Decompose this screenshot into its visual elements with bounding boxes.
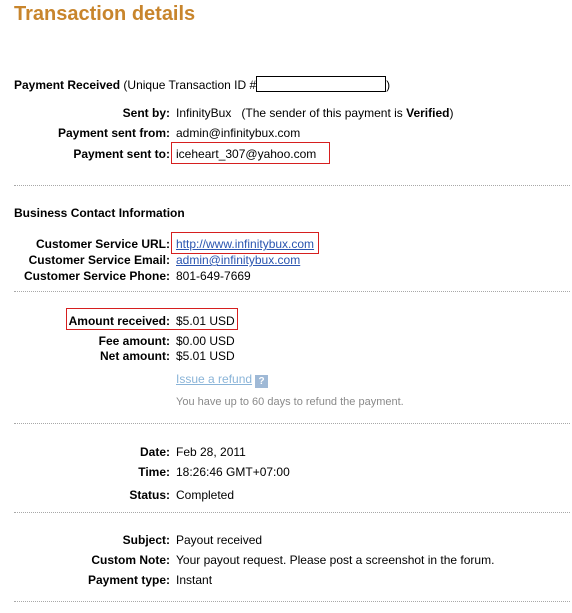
customer-service-phone-label: Customer Service Phone:	[23, 269, 170, 283]
custom-note-label: Custom Note:	[91, 553, 170, 567]
issue-refund-link[interactable]: Issue a refund	[176, 372, 252, 386]
subject-value: Payout received	[176, 533, 263, 547]
payment-received-heading: Payment Received	[14, 78, 121, 92]
amount-highlight-box	[66, 308, 238, 330]
payment-type-label: Payment type:	[87, 573, 170, 587]
subject-label: Subject:	[122, 533, 170, 547]
transaction-id-prefix: (Unique Transaction ID #	[123, 78, 257, 92]
sender-note-prefix: (The sender of this payment is	[241, 106, 407, 120]
divider	[14, 185, 570, 186]
sent-to-label: Payment sent to:	[73, 147, 170, 161]
page-title: Transaction details	[14, 3, 196, 25]
fee-amount-value: $0.00 USD	[176, 334, 235, 348]
payment-type-value: Instant	[176, 573, 213, 587]
custom-note-value: Your payout request. Please post a scree…	[176, 553, 495, 567]
sent-from-label: Payment sent from:	[57, 126, 170, 140]
fee-amount-label: Fee amount:	[98, 334, 170, 348]
refund-note: You have up to 60 days to refund the pay…	[176, 396, 404, 408]
sent-by-row: InfinityBux (The sender of this payment …	[176, 106, 453, 120]
status-value: Completed	[176, 488, 235, 502]
help-icon[interactable]: ?	[255, 375, 269, 388]
business-contact-heading: Business Contact Information	[14, 206, 185, 220]
refund-row: Issue a refund?	[176, 372, 269, 388]
sender-note-suffix: )	[449, 106, 454, 120]
payment-heading-row: Payment Received (Unique Transaction ID …	[14, 76, 390, 92]
customer-service-email-label: Customer Service Email:	[28, 253, 170, 267]
sent-to-highlight-box	[171, 142, 330, 164]
net-amount-label: Net amount:	[100, 349, 170, 363]
date-value: Feb 28, 2011	[176, 445, 246, 459]
customer-service-url-label: Customer Service URL:	[35, 237, 170, 251]
sent-by-value: InfinityBux	[176, 106, 232, 120]
url-highlight-box	[171, 232, 319, 254]
divider	[14, 423, 570, 424]
sent-by-label: Sent by:	[122, 106, 170, 120]
sent-from-value: admin@infinitybux.com	[176, 126, 301, 140]
time-label: Time:	[138, 465, 170, 479]
transaction-id-suffix: )	[386, 78, 391, 92]
divider	[14, 291, 570, 292]
divider	[14, 512, 570, 513]
sender-verified-status: Verified	[406, 106, 450, 120]
net-amount-value: $5.01 USD	[176, 349, 235, 363]
date-label: Date:	[139, 445, 170, 459]
status-label: Status:	[129, 488, 170, 502]
customer-service-email-link[interactable]: admin@infinitybux.com	[176, 253, 300, 267]
time-value: 18:26:46 GMT+07:00	[176, 465, 290, 479]
divider	[14, 601, 570, 602]
transaction-id-redacted	[256, 76, 387, 92]
customer-service-phone-value: 801-649-7669	[176, 269, 251, 283]
